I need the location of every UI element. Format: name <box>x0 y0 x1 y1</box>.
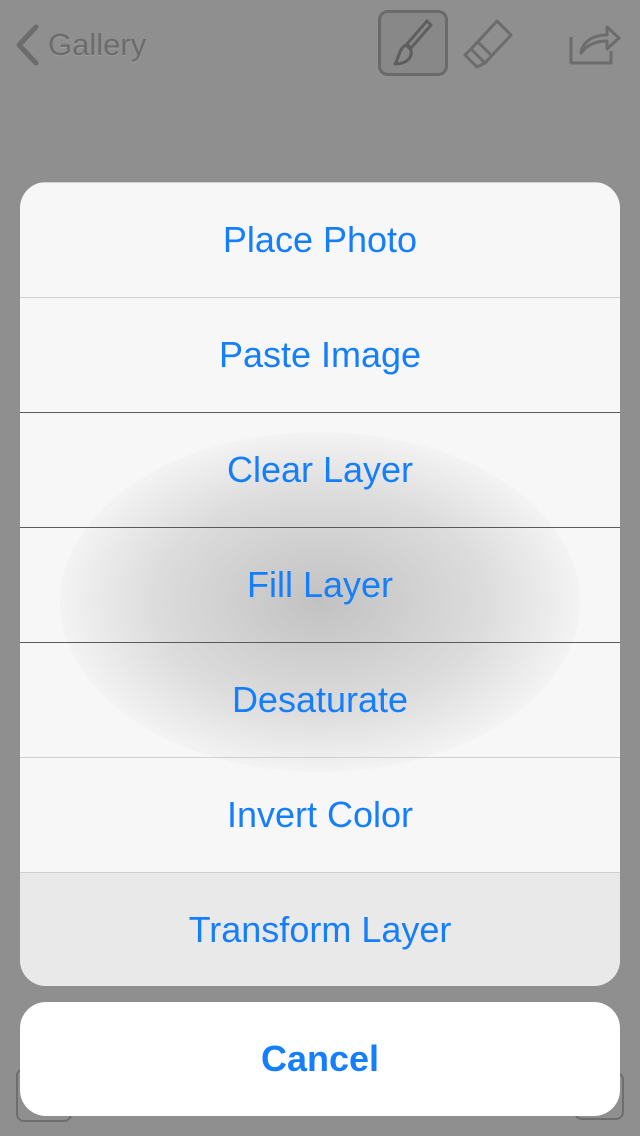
eraser-icon <box>463 19 513 69</box>
share-icon <box>569 25 621 65</box>
clear-layer-button[interactable]: Clear Layer <box>20 412 620 527</box>
place-photo-button[interactable]: Place Photo <box>20 182 620 297</box>
desaturate-button[interactable]: Desaturate <box>20 642 620 757</box>
transform-layer-button[interactable]: Transform Layer <box>20 872 620 986</box>
action-sheet: Place Photo Paste Image Clear Layer Fill… <box>20 182 620 986</box>
paste-image-button[interactable]: Paste Image <box>20 297 620 412</box>
share-button[interactable] <box>566 16 624 72</box>
brush-tool-button[interactable] <box>378 10 448 76</box>
brush-icon <box>393 19 433 66</box>
back-label: Gallery <box>48 27 147 62</box>
fill-layer-button[interactable]: Fill Layer <box>20 527 620 642</box>
invert-color-button[interactable]: Invert Color <box>20 757 620 872</box>
chevron-left-icon <box>16 24 39 66</box>
back-button[interactable]: Gallery <box>14 22 146 68</box>
cancel-button[interactable]: Cancel <box>20 1002 620 1116</box>
top-toolbar: Gallery <box>0 0 640 90</box>
eraser-tool-button[interactable] <box>458 14 518 74</box>
